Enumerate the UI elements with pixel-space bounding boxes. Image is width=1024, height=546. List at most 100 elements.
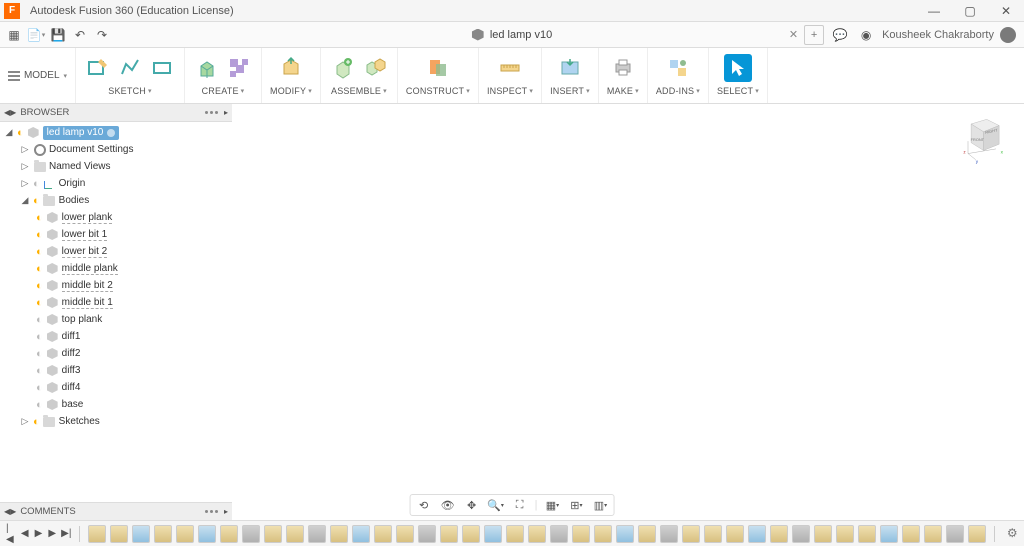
workspace-switcher[interactable]: MODEL ▾ xyxy=(0,48,76,103)
tree-body-item[interactable]: ◐base xyxy=(0,396,232,413)
tree-sketches[interactable]: ▷◐Sketches xyxy=(0,413,232,430)
document-tab[interactable]: led lamp v10 xyxy=(472,29,552,41)
timeline-feature[interactable] xyxy=(396,525,414,543)
timeline-feature[interactable] xyxy=(528,525,546,543)
tree-doc-settings[interactable]: ▷Document Settings xyxy=(0,141,232,158)
timeline-settings[interactable]: ⚙ xyxy=(1007,526,1018,542)
timeline-feature[interactable] xyxy=(726,525,744,543)
timeline-feature[interactable] xyxy=(704,525,722,543)
timeline-feature[interactable] xyxy=(682,525,700,543)
timeline-next[interactable]: ▶ xyxy=(47,527,57,541)
timeline-feature[interactable] xyxy=(374,525,392,543)
maximize-button[interactable]: ▢ xyxy=(952,0,988,22)
viewport-button[interactable]: ▥▾ xyxy=(591,496,609,514)
tree-body-item[interactable]: ◐lower bit 2 xyxy=(0,243,232,260)
tree-bodies[interactable]: ◢◐Bodies xyxy=(0,192,232,209)
tree-origin[interactable]: ▷◐Origin xyxy=(0,175,232,192)
timeline-feature[interactable] xyxy=(660,525,678,543)
tree-body-item[interactable]: ◐diff4 xyxy=(0,379,232,396)
timeline-feature[interactable] xyxy=(330,525,348,543)
timeline-feature[interactable] xyxy=(242,525,260,543)
print-button[interactable] xyxy=(609,54,637,82)
press-pull-button[interactable] xyxy=(277,54,305,82)
timeline-feature[interactable] xyxy=(550,525,568,543)
timeline-feature[interactable] xyxy=(110,525,128,543)
timeline-feature[interactable] xyxy=(572,525,590,543)
timeline-feature[interactable] xyxy=(132,525,150,543)
line-button[interactable] xyxy=(116,54,144,82)
timeline-feature[interactable] xyxy=(770,525,788,543)
close-button[interactable]: ✕ xyxy=(988,0,1024,22)
display-button[interactable]: ▦▾ xyxy=(543,496,561,514)
grid-button[interactable]: ⊞▾ xyxy=(567,496,585,514)
rectangle-button[interactable] xyxy=(148,54,176,82)
timeline-start[interactable]: |◀ xyxy=(6,527,16,541)
timeline-feature[interactable] xyxy=(418,525,436,543)
tree-body-item[interactable]: ◐lower bit 1 xyxy=(0,226,232,243)
timeline-feature[interactable] xyxy=(858,525,876,543)
new-component-button[interactable] xyxy=(329,54,357,82)
timeline-feature[interactable] xyxy=(946,525,964,543)
timeline-feature[interactable] xyxy=(264,525,282,543)
tree-body-item[interactable]: ◐middle plank xyxy=(0,260,232,277)
timeline-feature[interactable] xyxy=(462,525,480,543)
timeline-feature[interactable] xyxy=(814,525,832,543)
timeline-feature[interactable] xyxy=(308,525,326,543)
timeline-end[interactable]: ▶| xyxy=(61,527,71,541)
timeline-feature[interactable] xyxy=(176,525,194,543)
timeline-feature[interactable] xyxy=(220,525,238,543)
timeline-feature[interactable] xyxy=(484,525,502,543)
timeline-feature[interactable] xyxy=(748,525,766,543)
timeline-feature[interactable] xyxy=(880,525,898,543)
timeline-feature[interactable] xyxy=(924,525,942,543)
extrude-button[interactable] xyxy=(193,54,221,82)
plane-button[interactable] xyxy=(424,54,452,82)
timeline-feature[interactable] xyxy=(792,525,810,543)
timeline-feature[interactable] xyxy=(638,525,656,543)
save-button[interactable]: 💾 xyxy=(48,25,68,45)
tree-body-item[interactable]: ◐diff1 xyxy=(0,328,232,345)
timeline-feature[interactable] xyxy=(594,525,612,543)
tree-named-views[interactable]: ▷Named Views xyxy=(0,158,232,175)
pan-button[interactable]: ✥ xyxy=(463,496,481,514)
tree-body-item[interactable]: ◐diff3 xyxy=(0,362,232,379)
create-sketch-button[interactable] xyxy=(84,54,112,82)
timeline-feature[interactable] xyxy=(440,525,458,543)
timeline-feature[interactable] xyxy=(198,525,216,543)
timeline-feature[interactable] xyxy=(902,525,920,543)
comments-panel-header[interactable]: ◀▶ COMMENTS ▸ xyxy=(0,502,232,520)
new-tab-button[interactable]: + xyxy=(804,25,824,45)
timeline-feature[interactable] xyxy=(506,525,524,543)
timeline-feature[interactable] xyxy=(286,525,304,543)
joint-button[interactable] xyxy=(361,54,389,82)
zoom-button[interactable]: 🔍▾ xyxy=(487,496,505,514)
browser-panel-header[interactable]: ◀▶ BROWSER ▸ xyxy=(0,104,232,122)
user-avatar[interactable] xyxy=(1000,27,1016,43)
tree-body-item[interactable]: ◐middle bit 1 xyxy=(0,294,232,311)
box-button[interactable] xyxy=(225,54,253,82)
measure-button[interactable] xyxy=(496,54,524,82)
notifications-button[interactable]: 💬 xyxy=(830,25,850,45)
file-menu-button[interactable]: 📄▾ xyxy=(26,25,46,45)
minimize-button[interactable]: ― xyxy=(916,0,952,22)
look-button[interactable]: 👁 xyxy=(439,496,457,514)
addins-button[interactable] xyxy=(664,54,692,82)
view-cube[interactable]: FRONT RIGHT z x y xyxy=(954,110,1010,166)
fit-button[interactable]: ⛶ xyxy=(511,496,529,514)
tree-body-item[interactable]: ◐top plank xyxy=(0,311,232,328)
timeline-play[interactable]: ▶ xyxy=(34,527,44,541)
redo-button[interactable]: ↷ xyxy=(92,25,112,45)
tab-close-button[interactable]: ✕ xyxy=(789,28,798,41)
timeline-feature[interactable] xyxy=(154,525,172,543)
tree-body-item[interactable]: ◐middle bit 2 xyxy=(0,277,232,294)
timeline-prev[interactable]: ◀ xyxy=(20,527,30,541)
tree-body-item[interactable]: ◐lower plank xyxy=(0,209,232,226)
orbit-button[interactable]: ⟲ xyxy=(415,496,433,514)
timeline-feature[interactable] xyxy=(88,525,106,543)
timeline-feature[interactable] xyxy=(836,525,854,543)
undo-button[interactable]: ↶ xyxy=(70,25,90,45)
timeline-feature[interactable] xyxy=(616,525,634,543)
tree-root[interactable]: ◢◐ led lamp v10 xyxy=(0,124,232,141)
insert-button[interactable] xyxy=(556,54,584,82)
select-button[interactable] xyxy=(724,54,752,82)
